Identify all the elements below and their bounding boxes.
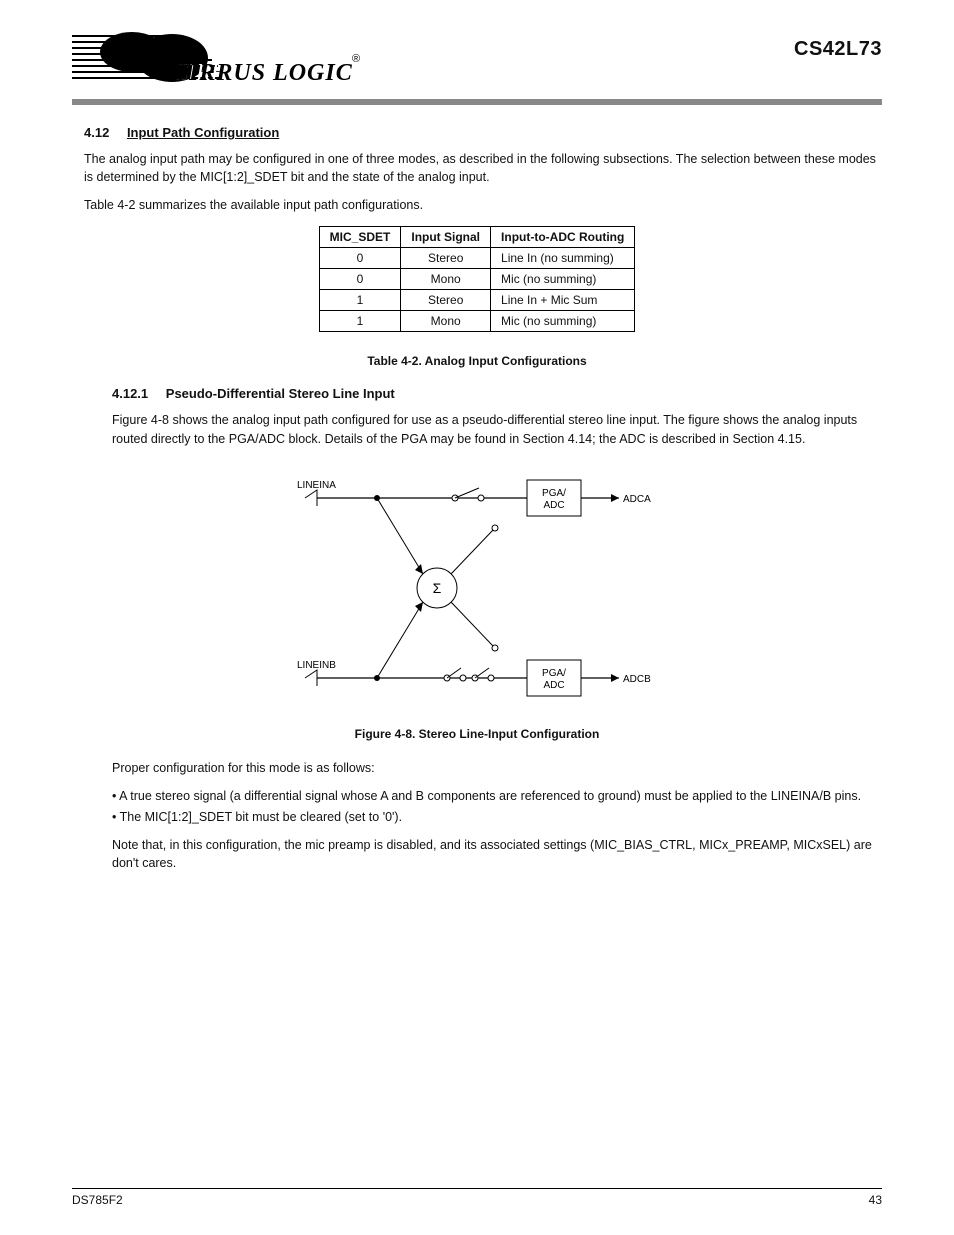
svg-text:LINEINB: LINEINB <box>297 660 336 671</box>
table-row: 1 Stereo Line In + Mic Sum <box>319 290 635 311</box>
config-note: Note that, in this configuration, the mi… <box>112 836 882 872</box>
table-cell: Mono <box>401 269 491 290</box>
svg-text:ADC: ADC <box>543 680 564 691</box>
svg-text:ADCB: ADCB <box>623 674 651 685</box>
svg-text:ADC: ADC <box>543 500 564 511</box>
table-header: Input-to-ADC Routing <box>491 227 635 248</box>
section-title: Input Path Configuration <box>127 125 279 140</box>
table-row: 1 Mono Mic (no summing) <box>319 311 635 332</box>
config-intro: Proper configuration for this mode is as… <box>112 759 882 777</box>
svg-text:ADCA: ADCA <box>623 494 651 505</box>
table-row: 0 Stereo Line In (no summing) <box>319 248 635 269</box>
table-cell: 0 <box>319 269 401 290</box>
header-divider <box>72 99 882 105</box>
svg-text:LINEINA: LINEINA <box>297 480 336 491</box>
table-caption: Table 4-2. Analog Input Configurations <box>72 354 882 368</box>
subsection-title: Pseudo-Differential Stereo Line Input <box>166 386 395 401</box>
page-footer: DS785F2 43 <box>72 1188 882 1207</box>
table-cell: Line In (no summing) <box>491 248 635 269</box>
table-header: MIC_SDET <box>319 227 401 248</box>
table-cell: Mic (no summing) <box>491 311 635 332</box>
svg-text:®: ® <box>352 53 360 65</box>
section-paragraph-2: Table 4-2 summarizes the available input… <box>84 196 882 214</box>
config-bullets: • A true stereo signal (a differential s… <box>112 787 882 827</box>
figure-caption: Figure 4-8. Stereo Line-Input Configurat… <box>72 727 882 741</box>
table-cell: 1 <box>319 290 401 311</box>
table-cell: Stereo <box>401 290 491 311</box>
table-cell: 1 <box>319 311 401 332</box>
company-logo: CIRRUS LOGIC CIRRUS LOGIC ® <box>72 30 362 95</box>
svg-text:CIRRUS LOGIC: CIRRUS LOGIC <box>172 60 353 86</box>
footer-left: DS785F2 <box>72 1193 123 1207</box>
footer-right: 43 <box>869 1193 882 1207</box>
table-cell: 0 <box>319 248 401 269</box>
table-cell: Mono <box>401 311 491 332</box>
table-cell: Stereo <box>401 248 491 269</box>
table-cell: Mic (no summing) <box>491 269 635 290</box>
section-paragraph-1: The analog input path may be configured … <box>84 150 882 186</box>
svg-text:PGA/: PGA/ <box>542 668 566 679</box>
svg-text:PGA/: PGA/ <box>542 488 566 499</box>
list-item: • The MIC[1:2]_SDET bit must be cleared … <box>112 808 882 827</box>
subsection-heading: 4.12.1 Pseudo-Differential Stereo Line I… <box>112 386 882 401</box>
table-header: Input Signal <box>401 227 491 248</box>
list-item: • A true stereo signal (a differential s… <box>112 787 882 806</box>
config-table: MIC_SDET Input Signal Input-to-ADC Routi… <box>319 226 636 332</box>
table-row: 0 Mono Mic (no summing) <box>319 269 635 290</box>
subsection-number: 4.12.1 <box>112 386 148 401</box>
section-heading: 4.12 Input Path Configuration <box>84 125 882 140</box>
section-number: 4.12 <box>84 125 109 140</box>
table-cell: Line In + Mic Sum <box>491 290 635 311</box>
svg-text:Σ: Σ <box>433 580 442 596</box>
subsection-paragraph: Figure 4-8 shows the analog input path c… <box>112 411 882 447</box>
figure-diagram: PGA/ ADC ADCA LINEINA PGA/ ADC ADCB LINE… <box>72 458 882 721</box>
part-number: CS42L73 <box>794 30 882 61</box>
